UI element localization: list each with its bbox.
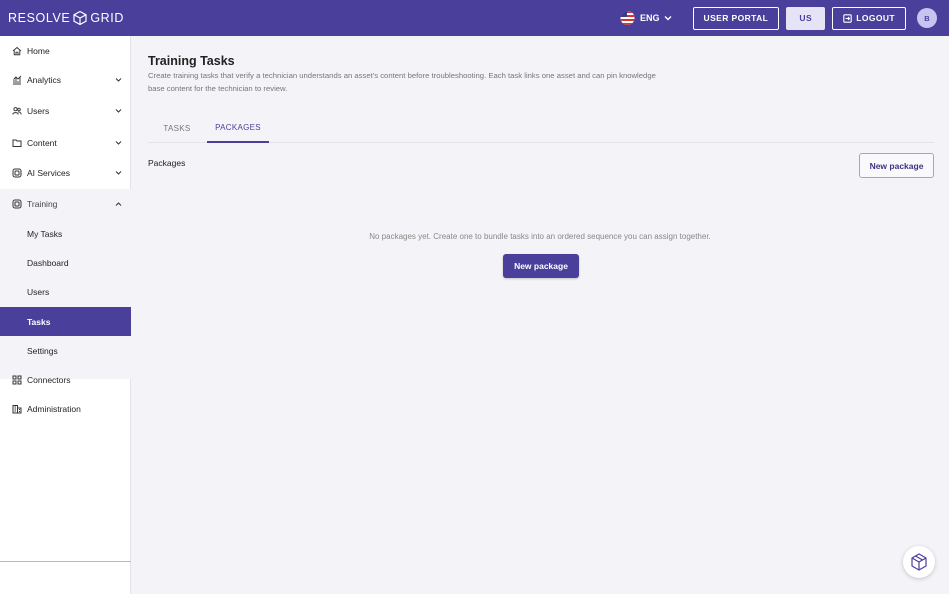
folder-icon (12, 138, 22, 148)
section-title: Packages (148, 158, 186, 168)
chevron-down-icon (664, 15, 672, 21)
user-portal-button[interactable]: USER PORTAL (692, 6, 780, 30)
top-bar: RESOLVE GRID ENG USER PORTAL US LOGOUT B (0, 0, 949, 36)
new-package-button[interactable]: New package (859, 153, 934, 178)
top-actions: ENG USER PORTAL US LOGOUT B (620, 0, 937, 36)
brand-logo[interactable]: RESOLVE GRID (8, 0, 124, 36)
sidebar-subitem-users[interactable]: Users (0, 277, 131, 306)
empty-state-message: No packages yet. Create one to bundle ta… (369, 232, 711, 241)
chevron-down-icon (115, 108, 122, 114)
sidebar-item-home[interactable]: Home (0, 36, 131, 66)
sidebar-item-label: AI Services (27, 168, 70, 178)
brand-name-right: GRID (90, 11, 124, 25)
page-title: Training Tasks (148, 54, 235, 68)
home-icon (12, 46, 22, 56)
chevron-down-icon (115, 140, 122, 146)
sidebar-item-content[interactable]: Content (0, 128, 131, 158)
sidebar-item-label: Administration (27, 404, 81, 414)
chevron-up-icon (115, 201, 122, 207)
sidebar-item-training[interactable]: Training (0, 189, 131, 219)
sidebar-item-label: Content (27, 138, 57, 148)
sidebar-item-users[interactable]: Users (0, 96, 131, 126)
users-icon (12, 106, 22, 116)
sidebar-item-label: Users (27, 106, 50, 116)
language-label: ENG (640, 13, 660, 23)
main-content: Training Tasks Create training tasks tha… (131, 36, 949, 594)
assistant-fab-button[interactable] (903, 546, 935, 578)
empty-state-new-package-button[interactable]: New package (503, 254, 579, 278)
chevron-down-icon (115, 170, 122, 176)
connectors-icon (12, 375, 22, 385)
tab-tasks[interactable]: TASKS (148, 114, 206, 143)
avatar[interactable]: B (917, 8, 937, 28)
us-flag-icon (620, 11, 635, 25)
cube-logo-icon (72, 10, 88, 26)
sidebar-item-administration[interactable]: Administration (0, 394, 131, 424)
brand-name-left: RESOLVE (8, 11, 71, 25)
logout-button[interactable]: LOGOUT (832, 6, 906, 30)
region-button[interactable]: US (786, 6, 826, 30)
sidebar-item-label: Training (27, 199, 58, 209)
sidebar-divider (0, 561, 131, 562)
sidebar: Home Analytics Users Content AI Services… (0, 36, 131, 594)
analytics-icon (12, 75, 22, 85)
chevron-down-icon (115, 77, 122, 83)
sidebar-item-connectors[interactable]: Connectors (0, 365, 131, 395)
tab-packages[interactable]: PACKAGES (207, 114, 269, 143)
sidebar-item-label: Connectors (27, 375, 71, 385)
administration-icon (12, 404, 22, 414)
sidebar-item-label: Analytics (27, 75, 62, 85)
sidebar-subitem-tasks[interactable]: Tasks (0, 307, 131, 336)
sidebar-subitem-dashboard[interactable]: Dashboard (0, 248, 131, 277)
training-submenu: My Tasks Dashboard Users Tasks Settings (0, 219, 131, 379)
logout-label: LOGOUT (856, 13, 895, 23)
sidebar-item-ai-services[interactable]: AI Services (0, 158, 131, 188)
sidebar-subitem-my-tasks[interactable]: My Tasks (0, 219, 131, 248)
sidebar-subitem-settings[interactable]: Settings (0, 336, 131, 365)
cube-icon (909, 552, 929, 572)
sidebar-item-label: Home (27, 46, 50, 56)
logout-icon (843, 13, 852, 23)
tab-bar: TASKS PACKAGES (148, 114, 934, 143)
language-selector[interactable]: ENG (620, 11, 672, 25)
page-description: Create training tasks that verify a tech… (148, 71, 656, 93)
sidebar-item-analytics[interactable]: Analytics (0, 65, 131, 95)
training-icon (12, 199, 22, 209)
ai-services-icon (12, 168, 22, 178)
